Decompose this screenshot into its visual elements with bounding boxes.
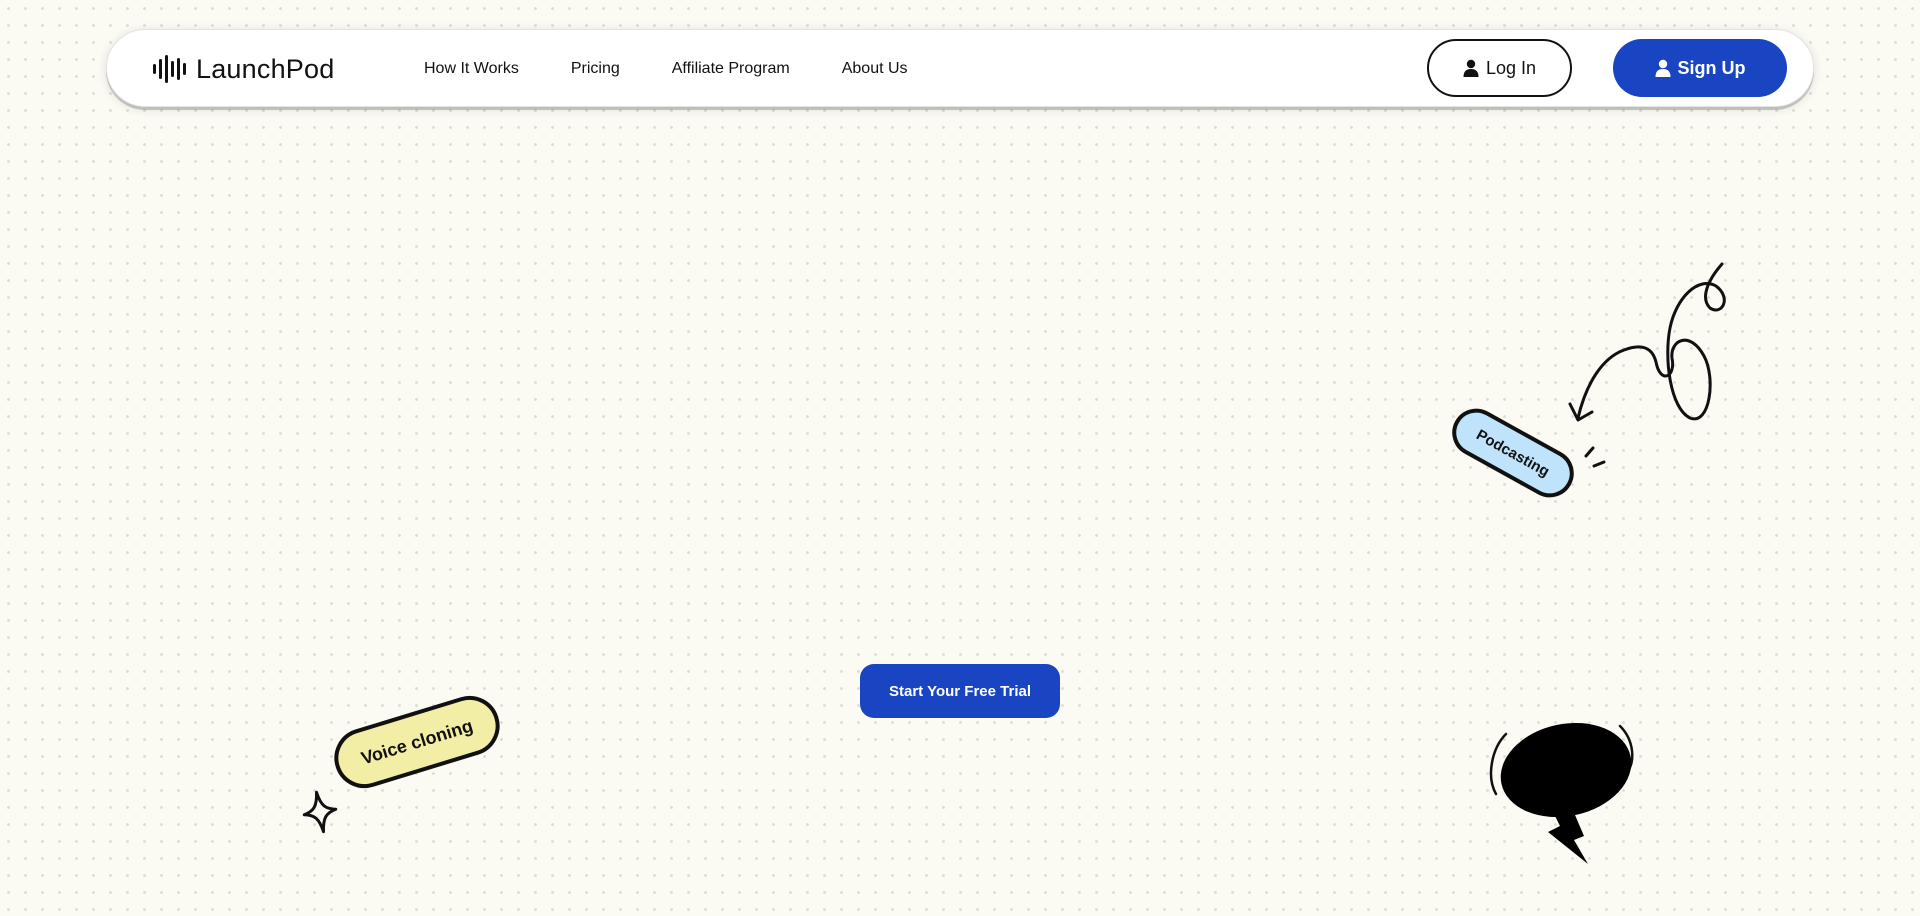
brand-name: LaunchPod (196, 53, 335, 84)
login-button[interactable]: Log In (1427, 39, 1572, 97)
login-label: Log In (1485, 57, 1537, 78)
navbar: LaunchPod How It Works Pricing Affiliate… (106, 29, 1814, 107)
user-icon (1463, 59, 1479, 77)
nav-link-about-us[interactable]: About Us (842, 60, 908, 78)
start-free-trial-button[interactable]: Start Your Free Trial (860, 664, 1060, 718)
nav-links: How It Works Pricing Affiliate Program A… (424, 30, 908, 108)
sound-wave-icon (153, 54, 186, 84)
motion-lines-icon (1584, 446, 1606, 468)
speech-bubble-icon (1489, 722, 1634, 864)
nav-link-affiliate-program[interactable]: Affiliate Program (672, 60, 790, 78)
swirl-arrow-icon (1568, 262, 1726, 422)
voice-cloning-sticker: Voice cloning (326, 688, 508, 796)
logo[interactable]: LaunchPod (153, 30, 334, 108)
sparkle-icon (302, 790, 338, 834)
voice-cloning-label: Voice cloning (358, 715, 476, 768)
nav-link-pricing[interactable]: Pricing (571, 60, 620, 78)
signup-button[interactable]: Sign Up (1613, 39, 1787, 97)
signup-label: Sign Up (1677, 57, 1746, 78)
podcasting-sticker: Podcasting (1443, 400, 1583, 506)
user-icon (1655, 59, 1670, 77)
nav-link-how-it-works[interactable]: How It Works (424, 60, 519, 78)
podcasting-label: Podcasting (1473, 425, 1553, 481)
